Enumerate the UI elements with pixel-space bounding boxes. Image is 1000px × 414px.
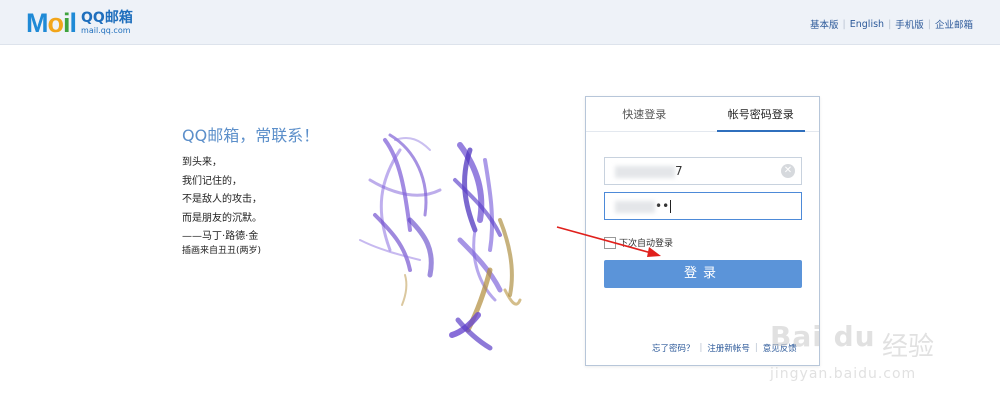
- child-painting-illustration: [359, 133, 522, 351]
- top-bar: Moil QQ邮箱 mail.qq.com 基本版 | English | 手机…: [0, 0, 1000, 45]
- watermark-brand-cn: 经验: [882, 332, 935, 362]
- logo-title: QQ邮箱: [81, 10, 133, 26]
- basic-version-link[interactable]: 基本版: [810, 17, 839, 31]
- text-cursor: [670, 200, 672, 213]
- baidu-jingyan-watermark: Bai du 经验 jingyan.baidu.com: [770, 320, 970, 395]
- mail-wordmark: Moil: [26, 7, 77, 38]
- link-divider: |: [888, 18, 892, 30]
- username-value: 7: [615, 158, 683, 184]
- redacted-password: [615, 200, 655, 213]
- register-link[interactable]: 注册新帐号: [707, 342, 750, 354]
- watermark-url: jingyan.baidu.com: [770, 366, 917, 382]
- version-links: 基本版 | English | 手机版 | 企业邮箱: [810, 17, 973, 32]
- illustration-credit: 插画来自丑丑(两岁): [182, 246, 262, 256]
- qq-mail-logo[interactable]: Moil QQ邮箱 mail.qq.com: [26, 7, 133, 38]
- poem: 到头来， 我们记住的， 不是敌人的攻击， 而是朋友的沉默。 ——马丁·路德·金: [182, 154, 262, 247]
- poem-line: 我们记住的，: [182, 175, 242, 187]
- annotation-arrow-icon: [556, 226, 661, 257]
- page-slogan: QQ邮箱，常联系！: [182, 126, 320, 145]
- english-link[interactable]: English: [850, 19, 884, 30]
- logo-url: mail.qq.com: [81, 26, 131, 35]
- password-value: ••: [615, 193, 672, 219]
- tab-quick-login[interactable]: 快速登录: [586, 97, 703, 131]
- username-field[interactable]: 7 ✕: [604, 157, 802, 185]
- tab-account-password-login[interactable]: 帐号密码登录: [703, 97, 820, 132]
- login-tabs: 快速登录 帐号密码登录: [586, 97, 819, 132]
- poem-line: 到头来，: [182, 157, 222, 168]
- clear-input-icon[interactable]: ✕: [781, 164, 795, 178]
- poem-line: 而是朋友的沉默。: [182, 212, 262, 224]
- username-visible-suffix: 7: [675, 164, 683, 178]
- password-field[interactable]: ••: [604, 192, 802, 220]
- redacted-username: [615, 165, 675, 178]
- link-divider: |: [927, 18, 931, 30]
- enterprise-mail-link[interactable]: 企业邮箱: [935, 17, 973, 31]
- forgot-password-link[interactable]: 忘了密码？: [652, 342, 695, 354]
- link-divider: |: [754, 343, 758, 353]
- link-divider: |: [699, 343, 703, 353]
- login-button[interactable]: 登录: [604, 260, 802, 288]
- password-visible-suffix: ••: [655, 199, 670, 213]
- link-divider: |: [842, 18, 846, 30]
- watermark-brand: Bai du: [770, 320, 876, 353]
- poem-line: 不是敌人的攻击，: [182, 194, 262, 205]
- mobile-version-link[interactable]: 手机版: [895, 17, 924, 31]
